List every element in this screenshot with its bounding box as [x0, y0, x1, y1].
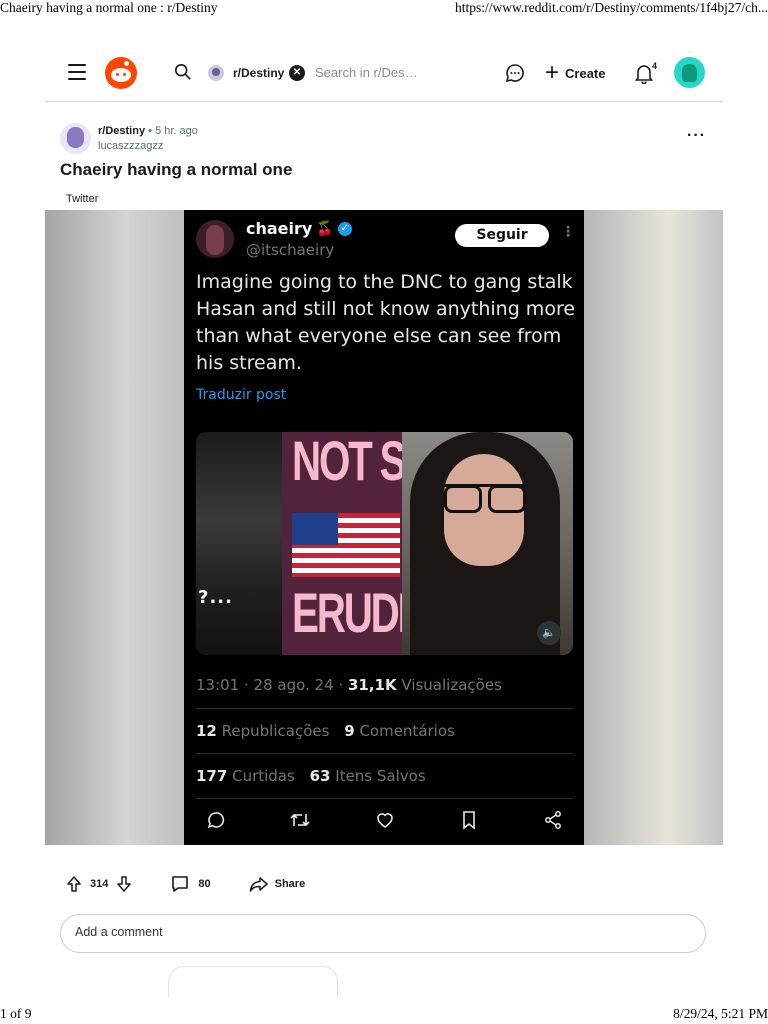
comments-count: 80 [198, 878, 211, 890]
notification-count: 4 [652, 61, 658, 71]
header-divider [45, 101, 723, 102]
print-url: https://www.reddit.com/r/Destiny/comment… [455, 0, 768, 15]
reply-icon [196, 810, 236, 834]
print-datetime: 8/29/24, 5:21 PM [673, 1006, 768, 1021]
user-avatar[interactable] [674, 57, 705, 88]
tweet-screenshot: chaeiry 🍒 ✓ @itschaeiry Seguir ⋮ Imagine… [184, 210, 584, 845]
sign-text-top: NOT S [292, 432, 402, 492]
sort-control[interactable] [168, 966, 338, 997]
tweet-views-label: Visualizações [401, 676, 502, 694]
print-footer: 1 of 9 8/29/24, 5:21 PM [0, 1006, 768, 1024]
tweet-likes-row: 177 Curtidas 63 Itens Salvos [196, 767, 426, 785]
verified-icon: ✓ [337, 221, 352, 236]
tweet-text: Imagine going to the DNC to gang stalk H… [196, 271, 576, 374]
tweet-name: chaeiry [246, 219, 313, 238]
likes-label: Curtidas [232, 767, 295, 785]
reddit-logo[interactable] [105, 57, 137, 89]
tweet-name-row: chaeiry 🍒 ✓ [246, 219, 352, 238]
downvote-icon[interactable] [116, 875, 132, 893]
translate-link: Traduzir post [196, 387, 287, 403]
share-arrow-icon [249, 877, 268, 892]
sign-text-bottom: ERUDI [292, 581, 402, 644]
print-title: Chaeiry having a normal one : r/Destiny [0, 0, 218, 15]
tweet-comments-count: 9 [344, 722, 355, 740]
saves-count: 63 [309, 767, 331, 785]
create-button[interactable]: + Create [545, 60, 605, 86]
post-media[interactable]: chaeiry 🍒 ✓ @itschaeiry Seguir ⋮ Imagine… [45, 210, 723, 845]
tweet-avatar [196, 220, 234, 258]
comments-button[interactable]: 80 [170, 874, 211, 894]
more-icon[interactable]: ··· [687, 127, 706, 145]
vote-group: 314 [66, 875, 132, 893]
subreddit-avatar [208, 65, 224, 81]
tweet-separator [196, 753, 573, 754]
comment-input[interactable] [75, 925, 675, 939]
share-label: Share [274, 878, 306, 890]
tweet-reposts-row: 12 Republicações 9 Comentários [196, 722, 455, 740]
post-title: Chaeiry having a normal one [60, 160, 293, 179]
tweet-separator [196, 708, 573, 709]
top-navbar: r/Destiny ✕ + Create 4 [60, 52, 710, 94]
upvote-icon[interactable] [66, 875, 82, 893]
tweet-handle: @itschaeiry [246, 241, 335, 259]
close-icon[interactable]: ✕ [289, 65, 305, 81]
bookmark-icon [449, 810, 489, 834]
upvote-count: 314 [90, 878, 109, 890]
comment-box[interactable] [60, 914, 706, 953]
saves-label: Itens Salvos [335, 767, 426, 785]
print-page: 1 of 9 [0, 1006, 32, 1021]
post-flair[interactable]: Twitter [66, 193, 98, 205]
comment-icon [172, 876, 189, 892]
plus-icon: + [545, 59, 560, 86]
reposts-label: Republicações [221, 722, 330, 740]
video-left-overlay: ?... [198, 587, 233, 608]
volume-icon: 🔈 [537, 621, 561, 645]
search-input[interactable] [315, 62, 435, 82]
meta-separator: • [148, 125, 152, 137]
reposts-count: 12 [196, 722, 217, 740]
video-left-panel: ?... [196, 432, 282, 655]
post-actions: 314 80 Share [66, 872, 305, 896]
post-author[interactable]: lucaszzzagzz [98, 140, 163, 152]
likes-count: 177 [196, 767, 228, 785]
subreddit-chip-label[interactable]: r/Destiny [233, 66, 284, 80]
retweet-icon [280, 810, 320, 834]
tweet-views-count: 31,1K [347, 676, 397, 694]
us-flag [292, 513, 400, 577]
chat-icon[interactable] [505, 63, 525, 83]
search-icon[interactable] [174, 63, 192, 81]
post-time: 5 hr. ago [155, 125, 198, 137]
post-avatar[interactable] [60, 123, 91, 154]
create-label: Create [565, 65, 606, 81]
tweet-more-icon: ⋮ [561, 224, 575, 240]
heart-icon [365, 810, 405, 834]
post-header: r/Destiny • 5 hr. ago lucaszzzagzz ··· [60, 123, 710, 157]
video-sign: NOT S ERUDI [282, 432, 402, 655]
tweet-timestamp: 13:01 · 28 ago. 24 · [196, 676, 344, 694]
follow-button: Seguir [455, 224, 549, 247]
tweet-video: ?... NOT S ERUDI 🔈 [196, 432, 573, 655]
tweet-separator [196, 798, 573, 799]
menu-icon[interactable] [68, 64, 86, 80]
tweet-actions [196, 810, 573, 834]
cherry-emoji: 🍒 [316, 220, 334, 237]
tweet-comments-label: Comentários [359, 722, 455, 740]
print-header: Chaeiry having a normal one : r/Destiny … [0, 0, 768, 18]
post-meta: r/Destiny • 5 hr. ago [98, 125, 198, 137]
share-button[interactable]: Share [249, 875, 306, 893]
post-subreddit[interactable]: r/Destiny [98, 125, 145, 137]
tweet-meta: 13:01 · 28 ago. 24 · 31,1K Visualizações [196, 676, 502, 694]
share-icon [533, 810, 573, 834]
